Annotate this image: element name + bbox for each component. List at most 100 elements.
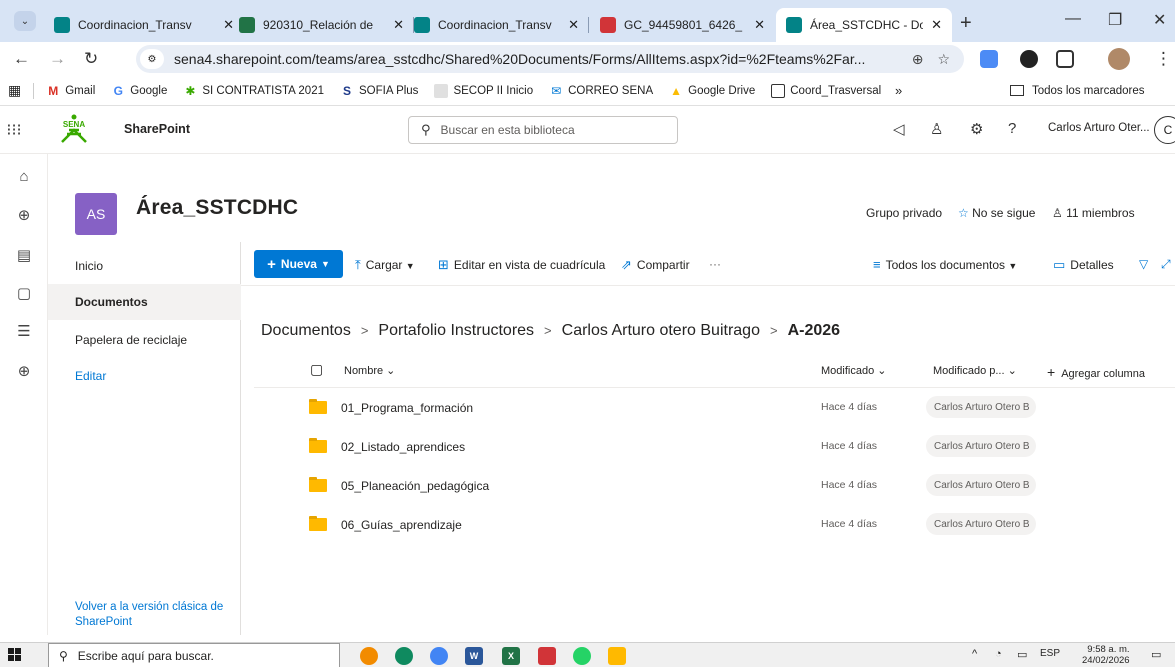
whatsapp-icon[interactable] [573,647,591,665]
column-header-modified[interactable]: Modificado ⌄ [821,364,886,377]
close-tab-icon[interactable]: ✕ [568,17,579,33]
bookmark-google-drive[interactable]: ▲ Google Drive [669,84,755,98]
help-icon[interactable]: ? [1008,120,1016,137]
reload-icon[interactable]: ↻ [84,49,98,69]
file-icon[interactable]: ▢ [14,284,34,304]
lists-icon[interactable]: ☰ [14,322,34,342]
modified-by-pill[interactable]: Carlos Arturo Otero B [926,396,1036,418]
add-column-button[interactable]: + Agregar columna [1047,364,1145,380]
zoom-icon[interactable]: ⊕ [912,51,924,68]
column-header-modified-by[interactable]: Modificado p... ⌄ [933,364,1017,377]
site-title[interactable]: Área_SSTCDHC [136,196,298,220]
bookmark-sofia-plus[interactable]: S SOFIA Plus [340,84,418,98]
browser-tab-active[interactable]: Área_SSTCDHC - Doc ✕ [776,8,952,42]
language-indicator[interactable]: ESP [1040,648,1060,659]
close-tab-icon[interactable]: ✕ [754,17,765,33]
file-name[interactable]: 02_Listado_aprendices [341,440,465,454]
extensions-puzzle-icon[interactable] [1056,50,1074,68]
list-item[interactable]: 02_Listado_aprendices Hace 4 días Carlos… [254,427,1175,466]
more-bookmarks-icon[interactable]: » [895,83,902,98]
battery-icon[interactable]: ▭ [1017,648,1027,661]
modified-by-pill[interactable]: Carlos Arturo Otero B [926,513,1036,535]
notifications-icon[interactable]: ♙ [930,120,943,138]
browser-menu-icon[interactable]: ⋮ [1155,49,1172,69]
app-launcher-icon[interactable]: ⁝⁝⁝ [4,120,24,140]
file-name[interactable]: 05_Planeación_pedagógica [341,479,489,493]
restore-icon[interactable]: ❐ [1108,10,1122,30]
settings-gear-icon[interactable]: ⚙ [970,120,983,138]
globe-icon[interactable]: ⊕ [14,206,34,226]
home-icon[interactable]: ⌂ [14,168,34,188]
bookmark-gmail[interactable]: M Gmail [46,84,95,98]
library-search-input[interactable]: ⚲ Buscar en esta biblioteca [408,116,678,144]
nav-item-papelera[interactable]: Papelera de reciclaje [48,322,241,358]
nav-item-documentos[interactable]: Documentos [48,284,241,320]
profile-avatar[interactable] [1108,48,1130,70]
breadcrumb-item[interactable]: Portafolio Instructores [378,322,534,339]
firefox-icon[interactable] [360,647,378,665]
extension-icon[interactable] [980,50,998,68]
bookmark-correo-sena[interactable]: ✉ CORREO SENA [549,84,653,98]
file-name[interactable]: 01_Programa_formación [341,401,473,415]
modified-by-pill[interactable]: Carlos Arturo Otero B [926,435,1036,457]
bookmark-si-contratista[interactable]: ✱ SI CONTRATISTA 2021 [183,84,324,98]
file-name[interactable]: 06_Guías_aprendizaje [341,518,462,532]
members-button[interactable]: ♙ 11 miembros [1052,206,1135,220]
megaphone-icon[interactable]: ◁ [893,120,905,138]
extension-icon[interactable] [1020,50,1038,68]
nav-edit-link[interactable]: Editar [48,358,241,394]
news-icon[interactable]: ▤ [14,246,34,266]
browser-tab[interactable]: 920310_Relación de ✕ [229,8,414,42]
details-button[interactable]: ▭ Detalles [1053,257,1114,273]
file-explorer-icon[interactable] [608,647,626,665]
more-commands-icon[interactable]: ··· [709,257,721,271]
bookmark-star-icon[interactable]: ☆ [937,51,950,68]
breadcrumb-item[interactable]: Carlos Arturo otero Buitrago [562,322,760,339]
browser-tab[interactable]: GC_94459801_6426_ ✕ [590,8,775,42]
new-button[interactable]: + Nueva ▼ [254,250,343,278]
site-info-icon[interactable]: ⚙ [140,49,164,69]
windows-start-icon[interactable] [8,648,22,662]
file-type-icon[interactable]: ▢ [310,361,323,378]
browser-tab[interactable]: Coordinacion_Transv ✕ [44,8,244,42]
pdf-reader-icon[interactable] [538,647,556,665]
notifications-center-icon[interactable]: ▭ [1151,648,1161,661]
excel-icon[interactable]: X [502,647,520,665]
bookmark-google[interactable]: G Google [111,84,168,98]
share-button[interactable]: ⇗ Compartir [621,257,690,273]
list-item[interactable]: 05_Planeación_pedagógica Hace 4 días Car… [254,466,1175,505]
user-name[interactable]: Carlos Arturo Oter... [1048,122,1150,134]
taskbar-search-input[interactable]: ⚲ Escribe aquí para buscar. [48,643,340,667]
forward-icon[interactable]: → [49,49,66,69]
apps-grid-icon[interactable]: ▦ [8,82,21,99]
user-avatar[interactable]: C [1154,116,1175,144]
modified-by-pill[interactable]: Carlos Arturo Otero B [926,474,1036,496]
grid-edit-button[interactable]: ⊞ Editar en vista de cuadrícula [438,257,605,273]
follow-button[interactable]: ☆ No se sigue [958,206,1035,220]
chrome-icon[interactable] [430,647,448,665]
close-tab-icon[interactable]: ✕ [931,17,942,33]
back-icon[interactable]: ← [13,49,30,69]
upload-button[interactable]: ⤒ Cargar ▼ [355,257,415,273]
browser-tab[interactable]: Coordinacion_Transv ✕ [404,8,589,42]
bookmark-secop[interactable]: SECOP II Inicio [434,83,533,98]
all-bookmarks-folder[interactable]: Todos los marcadores [1010,85,1145,97]
create-icon[interactable]: ⊕ [14,362,34,382]
bookmark-coord-trasversal[interactable]: Coord_Trasversal [771,83,881,98]
network-icon[interactable]: ◔ [995,648,1002,660]
sharepoint-app-name[interactable]: SharePoint [124,122,190,136]
tray-chevron-icon[interactable]: ^ [972,648,977,660]
tab-search-dropdown[interactable]: ⌄ [14,11,36,31]
view-selector[interactable]: ≡ Todos los documentos ▼ [873,257,1017,272]
filter-icon[interactable]: ▽ [1139,257,1148,271]
classic-version-link[interactable]: Volver a la versión clásica de SharePoin… [75,600,235,630]
close-window-icon[interactable]: ✕ [1153,10,1166,30]
nav-item-inicio[interactable]: Inicio [48,248,241,284]
expand-icon[interactable]: ⤢ [1161,257,1171,272]
minimize-icon[interactable]: — [1065,10,1081,28]
breadcrumb-item[interactable]: Documentos [261,322,351,339]
url-text[interactable]: sena4.sharepoint.com/teams/area_sstcdhc/… [174,51,912,67]
address-bar[interactable]: ⚙ sena4.sharepoint.com/teams/area_sstcdh… [136,45,964,73]
word-icon[interactable]: W [465,647,483,665]
new-tab-icon[interactable]: + [960,12,972,35]
